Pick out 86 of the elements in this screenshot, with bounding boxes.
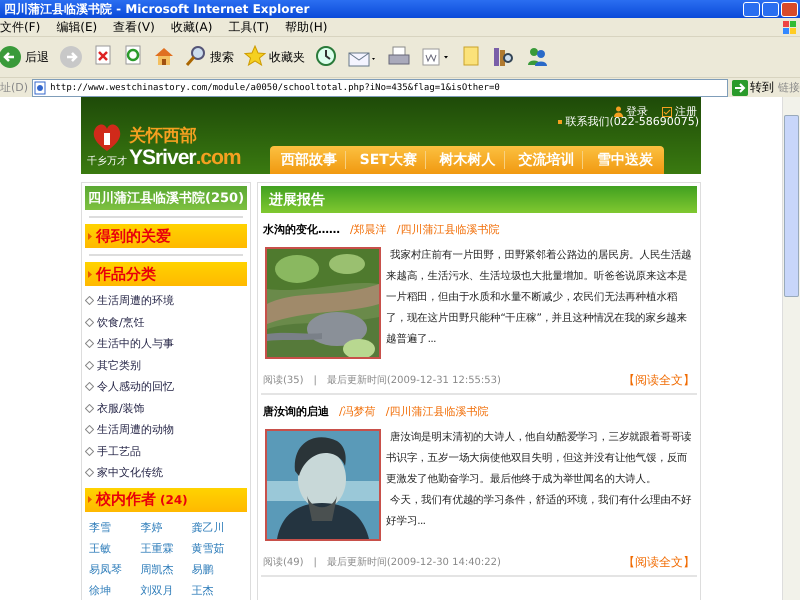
- logo-title: 关怀西部: [129, 125, 198, 147]
- author-count: (24): [160, 492, 188, 506]
- menu-item[interactable]: 查看(V): [113, 18, 163, 36]
- diamond-icon: [85, 468, 94, 478]
- forward-icon: [59, 45, 83, 69]
- back-icon: [0, 45, 22, 69]
- author-link[interactable]: 王重霖: [140, 540, 192, 556]
- article-excerpt: 唐汝询是明末清初的大诗人，他自幼酷爱学习，三岁就跟着哥哥读书识字，五岁一场大病使他双目失明，但这并没有让他气馁，反而更激发了他勤奋学习。最后他终于成为举世闻名的大诗人。 今天，我们有优越的学习条件，舒适的环境，我们有什么理由不好好学习...: [386, 430, 693, 529]
- author-link[interactable]: 李婷: [140, 520, 192, 534]
- person-icon: [614, 106, 623, 117]
- author-link[interactable]: 黄雪茹: [192, 540, 243, 556]
- menu-item[interactable]: 工具(T): [228, 18, 278, 36]
- author-link[interactable]: 李雪: [89, 520, 140, 534]
- update-time: 最后更新时间(2009-12-30 14:40:22): [326, 556, 501, 569]
- triangle-icon: [88, 270, 92, 278]
- category-link[interactable]: 生活周遭的动物: [97, 422, 174, 438]
- author-link[interactable]: 易凤琴: [89, 562, 140, 576]
- people-icon: [525, 45, 549, 69]
- category-link[interactable]: 生活周遭的环境: [97, 293, 174, 308]
- diamond-icon: [85, 339, 94, 348]
- school-link[interactable]: /四川蒲江县临溪书院: [396, 222, 500, 236]
- logo-slogan: 千乡万才: [87, 154, 127, 168]
- diamond-icon: [85, 425, 94, 434]
- category-link[interactable]: 衣服/装饰: [97, 400, 145, 416]
- school-link[interactable]: /四川蒲江县临溪书院: [386, 404, 488, 418]
- window-title: 四川蒲江县临溪书院 - Microsoft Internet Explorer: [4, 0, 310, 18]
- triangle-icon: [88, 496, 92, 503]
- menu-item[interactable]: 文件(F): [0, 18, 48, 36]
- read-count: 阅读(35): [263, 374, 304, 387]
- menu-item[interactable]: 编辑(E): [56, 18, 106, 36]
- diamond-icon: [85, 404, 94, 413]
- page-icon: [33, 80, 48, 94]
- diamond-icon: [85, 382, 94, 392]
- author-link[interactable]: 王杰: [192, 582, 243, 598]
- article-excerpt: 我家村庄前有一片田野，田野紧邻着公路边的居民房。人民生活越来越高，生活污水、生活垃圾也大批量增加。听爸爸说原来这本是一片稻田，但由于水质和水量不断减少，农民们无法再种植水稻了，现在这片田野只能种“干庄稼”，并且这种情况在我的家乡越来越普遍了...: [386, 248, 693, 347]
- minimize-button[interactable]: [743, 2, 760, 16]
- read-more-link[interactable]: 【阅读全文】: [623, 554, 695, 570]
- heading-text: 得到的关爱: [96, 226, 171, 246]
- category-link[interactable]: 其它类别: [97, 358, 141, 373]
- search-button[interactable]: 搜索: [183, 43, 236, 71]
- author-link[interactable]: 易鹏: [192, 562, 243, 576]
- article-title[interactable]: 唐汝询的启迪: [263, 404, 329, 418]
- category-link[interactable]: 生活中的人与事: [97, 336, 174, 352]
- diamond-icon: [85, 318, 94, 327]
- address-label: 址(D): [0, 80, 28, 95]
- author-link[interactable]: 徐坤: [89, 582, 140, 598]
- update-time: 最后更新时间(2009-12-31 12:55:53): [326, 374, 501, 387]
- article-title[interactable]: 水沟的变化……: [263, 222, 340, 236]
- close-button[interactable]: [781, 2, 798, 16]
- address-field[interactable]: http://www.westchinastory.com/module/a0050/schooltotal.php?iNo=435&flag=1&isOther=0: [32, 78, 728, 96]
- checkbox-icon: [662, 106, 672, 116]
- menu-item[interactable]: 帮助(H): [285, 18, 336, 36]
- author-link[interactable]: 周凯杰: [140, 562, 192, 576]
- favorites-button[interactable]: 收藏夹: [242, 43, 307, 71]
- diamond-icon: [85, 360, 94, 370]
- diamond-icon: [85, 296, 94, 306]
- triangle-icon: [88, 232, 92, 240]
- heart-logo-icon: [92, 122, 122, 152]
- back-button[interactable]: 后退: [0, 43, 51, 71]
- heading-text: 校内作者: [96, 490, 156, 509]
- author-link[interactable]: 刘双月: [140, 582, 192, 598]
- address-url: http://www.westchinastory.com/module/a0050/schooltotal.php?iNo=435&flag=1&isOther=0: [50, 82, 500, 92]
- separator-text: |: [314, 556, 317, 568]
- maximize-button[interactable]: [762, 2, 779, 16]
- site-logo[interactable]: YSriver.com: [129, 147, 241, 168]
- author-link[interactable]: 龚乙川: [192, 520, 243, 534]
- search-icon: [185, 45, 207, 69]
- category-link[interactable]: 手工艺品: [97, 444, 141, 459]
- separator-text: |: [314, 374, 317, 386]
- category-link[interactable]: 令人感动的回忆: [97, 379, 174, 394]
- read-count: 阅读(49): [263, 556, 304, 569]
- author-link[interactable]: /郑晨洋: [350, 222, 387, 236]
- section-heading: 进展报告: [261, 186, 697, 213]
- diamond-icon: [85, 446, 94, 456]
- books-icon: [491, 45, 515, 69]
- author-link[interactable]: /冯梦荷: [339, 404, 376, 418]
- scrollbar-thumb[interactable]: [784, 115, 799, 297]
- menu-item[interactable]: 收藏(A): [170, 18, 220, 36]
- author-link[interactable]: 王敏: [89, 540, 140, 556]
- go-button[interactable]: 转到: [732, 79, 774, 96]
- history-icon: [315, 45, 337, 69]
- bullet-icon: [558, 120, 562, 124]
- heading-text: 作品分类: [96, 264, 156, 284]
- read-more-link[interactable]: 【阅读全文】: [623, 372, 695, 388]
- category-link[interactable]: 家中文化传统: [97, 465, 163, 480]
- category-link[interactable]: 饮食/烹饪: [97, 314, 145, 330]
